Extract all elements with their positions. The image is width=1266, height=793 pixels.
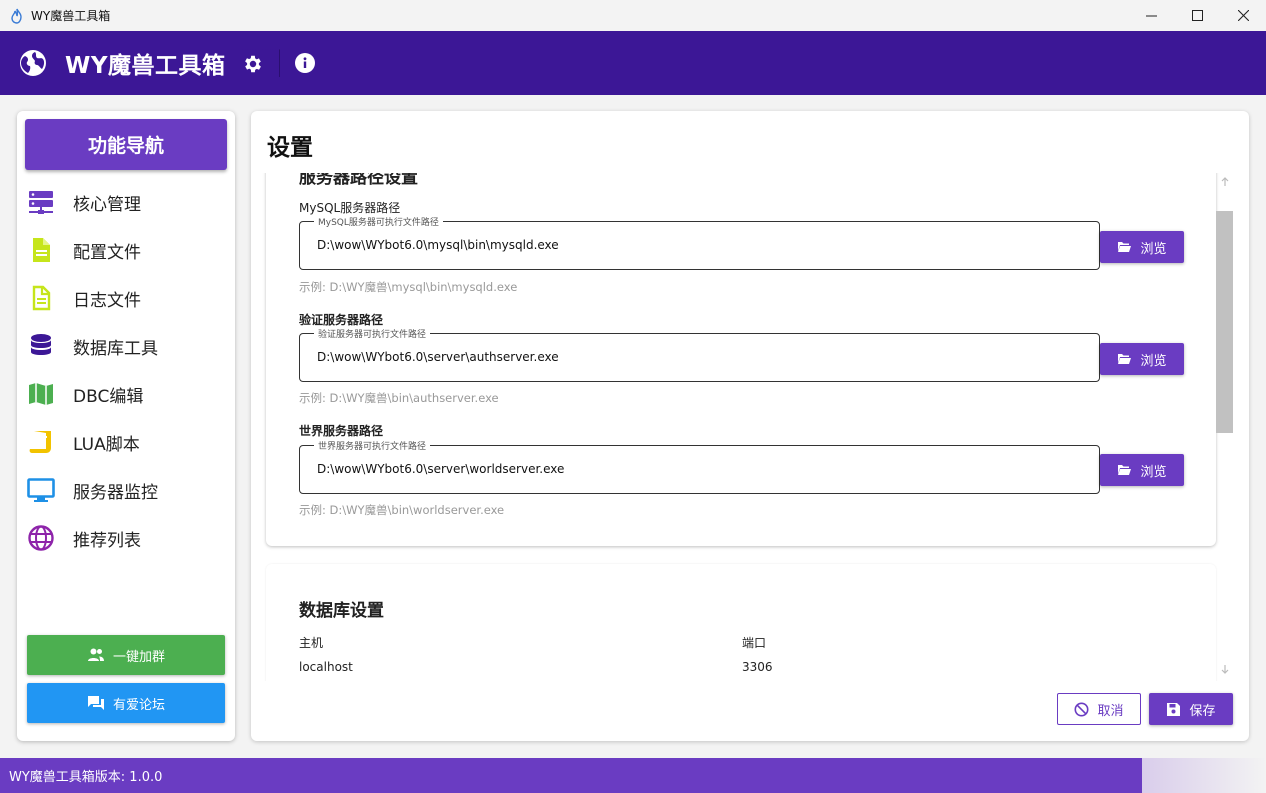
file-icon: [27, 236, 55, 264]
close-icon: [1237, 10, 1249, 21]
mysql-browse-button[interactable]: 浏览: [1100, 231, 1184, 263]
settings-button[interactable]: [237, 49, 280, 77]
database-settings-card: 数据库设置 主机 localhost 端口 3306: [266, 564, 1216, 681]
world-path-value: D:\wow\WYbot6.0\server\worldserver.exe: [317, 462, 565, 476]
status-bar: WY魔兽工具箱版本: 1.0.0: [0, 758, 1142, 793]
db-port-input[interactable]: 3306: [742, 660, 773, 674]
mysql-path-legend: MySQL服务器可执行文件路径: [314, 215, 443, 228]
sidebar-item-label: DBC编辑: [73, 386, 144, 407]
db-host-label: 主机: [299, 636, 324, 650]
sidebar-item-recommend-list[interactable]: 推荐列表: [27, 521, 227, 555]
cancel-label: 取消: [1097, 703, 1124, 719]
db-port-label: 端口: [742, 636, 767, 650]
close-button[interactable]: [1220, 0, 1266, 31]
file-outline-icon: [27, 284, 55, 312]
server-path-card: 服务器路径设置 MySQL服务器路径 MySQL服务器可执行文件路径 D:\wo…: [266, 173, 1216, 546]
script-icon: [27, 428, 55, 456]
nav-title: 功能导航: [25, 119, 227, 170]
forum-button[interactable]: 有爱论坛: [27, 683, 225, 723]
world-path-label: 世界服务器路径: [299, 424, 384, 438]
sidebar-item-server-monitor[interactable]: 服务器监控: [27, 473, 227, 507]
sidebar: 功能导航 核心管理 配置文件 日志文件 数据库工具 DBC编辑 LUA脚本 服务…: [17, 111, 235, 741]
join-group-button[interactable]: 一键加群: [27, 635, 225, 675]
folder-open-icon: [1118, 465, 1132, 475]
sidebar-item-config-files[interactable]: 配置文件: [27, 233, 227, 267]
sidebar-item-database-tools[interactable]: 数据库工具: [27, 329, 227, 363]
db-host-input[interactable]: localhost: [299, 660, 353, 674]
save-icon: [1167, 702, 1181, 716]
sidebar-item-label: 推荐列表: [73, 530, 141, 551]
sidebar-item-label: 日志文件: [73, 290, 141, 311]
save-button[interactable]: 保存: [1149, 693, 1233, 725]
globe-icon: [20, 50, 46, 76]
auth-path-legend: 验证服务器可执行文件路径: [314, 327, 431, 340]
flame-icon: [11, 8, 22, 24]
sidebar-item-core-management[interactable]: 核心管理: [27, 185, 227, 219]
folder-open-icon: [1118, 242, 1132, 252]
browse-label: 浏览: [1140, 241, 1167, 257]
settings-panel: 设置 服务器路径设置 MySQL服务器路径 MySQL服务器可执行文件路径 D:…: [251, 111, 1249, 741]
gear-icon: [244, 55, 261, 72]
mysql-path-field[interactable]: MySQL服务器可执行文件路径 D:\wow\WYbot6.0\mysql\bi…: [299, 215, 1100, 270]
sidebar-item-label: 数据库工具: [73, 338, 158, 359]
settings-scroll-area[interactable]: 服务器路径设置 MySQL服务器路径 MySQL服务器可执行文件路径 D:\wo…: [251, 173, 1249, 681]
cancel-button[interactable]: 取消: [1057, 693, 1141, 725]
auth-browse-button[interactable]: 浏览: [1100, 343, 1184, 375]
mysql-path-hint: 示例: D:\WY魔兽\mysql\bin\mysqld.exe: [299, 280, 518, 294]
map-icon: [27, 380, 55, 408]
info-icon[interactable]: [295, 53, 315, 73]
auth-path-value: D:\wow\WYbot6.0\server\authserver.exe: [317, 350, 559, 364]
browse-label: 浏览: [1140, 353, 1167, 369]
server-icon: [27, 188, 55, 216]
window-title: WY魔兽工具箱: [31, 9, 111, 23]
minimize-button[interactable]: [1128, 0, 1174, 31]
sidebar-item-label: 配置文件: [73, 242, 141, 263]
cancel-icon: [1074, 702, 1089, 716]
app-name: WY魔兽工具箱: [65, 53, 226, 79]
world-path-field[interactable]: 世界服务器可执行文件路径 D:\wow\WYbot6.0\server\worl…: [299, 439, 1100, 494]
scroll-up-arrow-icon[interactable]: [1217, 174, 1233, 190]
page-title: 设置: [267, 135, 313, 161]
auth-path-hint: 示例: D:\WY魔兽\bin\authserver.exe: [299, 391, 499, 405]
auth-path-label: 验证服务器路径: [299, 313, 384, 327]
scrollbar-thumb[interactable]: [1216, 211, 1233, 433]
browse-label: 浏览: [1140, 464, 1167, 480]
maximize-icon: [1191, 10, 1203, 21]
db-section-title: 数据库设置: [299, 601, 384, 621]
save-label: 保存: [1189, 703, 1216, 719]
status-bar-fade: [1142, 758, 1266, 793]
world-browse-button[interactable]: 浏览: [1100, 454, 1184, 486]
world-path-legend: 世界服务器可执行文件路径: [314, 439, 431, 452]
folder-open-icon: [1118, 354, 1132, 364]
mysql-path-label: MySQL服务器路径: [299, 201, 401, 215]
window-titlebar: WY魔兽工具箱: [0, 0, 1266, 31]
maximize-button[interactable]: [1174, 0, 1220, 31]
sidebar-item-label: LUA脚本: [73, 434, 140, 455]
sidebar-item-label: 服务器监控: [73, 482, 158, 503]
auth-path-field[interactable]: 验证服务器可执行文件路径 D:\wow\WYbot6.0\server\auth…: [299, 327, 1100, 382]
sidebar-item-lua-script[interactable]: LUA脚本: [27, 425, 227, 459]
server-section-title: 服务器路径设置: [299, 173, 418, 188]
world-path-hint: 示例: D:\WY魔兽\bin\worldserver.exe: [299, 503, 505, 517]
version-text: WY魔兽工具箱版本: 1.0.0: [9, 770, 163, 785]
sidebar-item-log-files[interactable]: 日志文件: [27, 281, 227, 315]
forum-icon: [87, 696, 104, 710]
sidebar-item-label: 核心管理: [73, 194, 141, 215]
group-icon: [87, 648, 104, 661]
vertical-scrollbar[interactable]: [1216, 173, 1234, 681]
sidebar-item-dbc-edit[interactable]: DBC编辑: [27, 377, 227, 411]
app-header: WY魔兽工具箱: [0, 31, 1266, 95]
forum-label: 有爱论坛: [112, 697, 165, 713]
mysql-path-value: D:\wow\WYbot6.0\mysql\bin\mysqld.exe: [317, 238, 559, 252]
globe-icon: [27, 524, 55, 552]
database-icon: [27, 332, 55, 360]
scroll-down-arrow-icon[interactable]: [1217, 661, 1233, 677]
join-group-label: 一键加群: [112, 649, 165, 665]
minimize-icon: [1145, 15, 1157, 17]
monitor-icon: [27, 476, 55, 504]
